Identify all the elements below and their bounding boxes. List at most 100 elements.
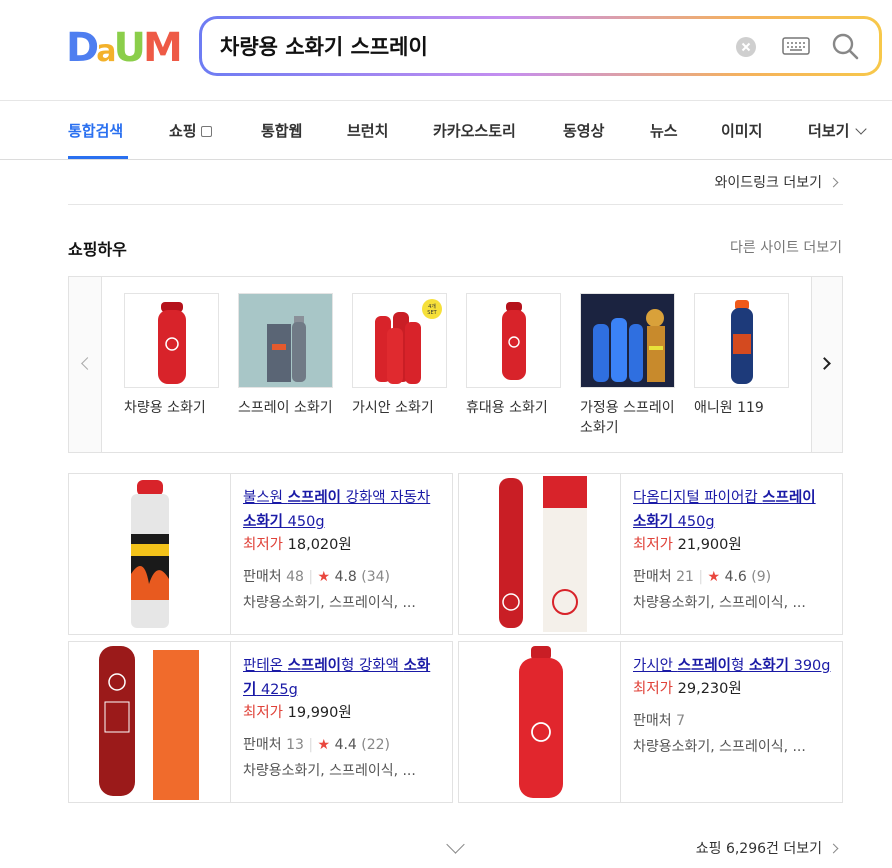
carousel-item[interactable]: 가정용 스프레이 소화기 <box>580 293 676 438</box>
tab-image[interactable]: 이미지 <box>721 120 762 141</box>
tab-brunch[interactable]: 브런치 <box>347 120 388 141</box>
search-box-inner <box>202 19 879 73</box>
carousel-item-label: 가시안 소화기 <box>352 400 434 416</box>
search-box <box>199 16 882 76</box>
section-title: 쇼핑하우 <box>68 240 127 259</box>
tab-kakaostory[interactable]: 카카오스토리 <box>433 120 516 141</box>
divider <box>68 204 843 205</box>
tab-shopping[interactable]: 쇼핑 <box>169 120 212 141</box>
logo-letter: D <box>66 25 99 71</box>
review-count: (9) <box>751 569 772 585</box>
carousel-item[interactable]: 4개 SET 가시안 소화기 <box>352 293 448 418</box>
search-input[interactable] <box>220 31 700 61</box>
carousel-item[interactable]: 휴대용 소화기 <box>466 293 562 418</box>
tab-label: 쇼핑 <box>169 122 197 140</box>
seller-label: 판매처 <box>243 737 282 753</box>
chevron-right-icon <box>828 177 839 188</box>
carousel-item[interactable]: 스프레이 소화기 <box>238 293 334 418</box>
product-title[interactable]: 다옴디지털 파이어캅 스프레이 소화기 450g <box>633 486 833 534</box>
title-text: 강화액 자동차 <box>341 490 431 506</box>
other-sites-link[interactable]: 다른 사이트 더보기 <box>730 237 842 257</box>
price-value: 21,900원 <box>677 537 742 553</box>
title-text: 다옴디지털 파이어캅 <box>633 490 763 506</box>
price-value: 19,990원 <box>287 705 352 721</box>
tab-label: 더보기 <box>808 122 850 140</box>
product-info: 다옴디지털 파이어캅 스프레이 소화기 450g 최저가 21,900원 판매처… <box>633 486 833 612</box>
product-card[interactable]: 다옴디지털 파이어캅 스프레이 소화기 450g 최저가 21,900원 판매처… <box>458 473 843 635</box>
title-text: 판테온 <box>243 658 288 674</box>
product-card[interactable]: 가시안 스프레이형 소화기 390g 최저가 29,230원 판매처 7 차량용… <box>458 641 843 803</box>
product-thumbnail <box>124 293 219 388</box>
carousel-next-button[interactable] <box>811 277 842 452</box>
product-card[interactable]: 판테온 스프레이형 강화액 소화기 425g 최저가 19,990원 판매처 1… <box>68 641 453 803</box>
product-price: 최저가 29,230원 <box>633 678 833 700</box>
new-window-icon <box>200 126 212 137</box>
title-highlight: 스프레이 <box>287 658 342 674</box>
header: DaUM <box>0 0 892 101</box>
shopping-more-link[interactable]: 쇼핑 6,296건 더보기 <box>696 838 839 858</box>
carousel-item-label: 차량용 소화기 <box>124 400 206 416</box>
product-image[interactable] <box>459 642 621 802</box>
tab-web[interactable]: 통합웹 <box>261 120 302 141</box>
carousel-item-label: 휴대용 소화기 <box>466 400 548 416</box>
keyword-carousel: 차량용 소화기 스프레이 소화기 4개 SET 가시안 소화기 휴대용 소화기 가… <box>68 276 843 453</box>
product-thumbnail <box>238 293 333 388</box>
search-tabs: 통합검색 쇼핑 통합웹 브런치 카카오스토리 동영상 뉴스 이미지 더보기 <box>0 101 892 160</box>
product-image[interactable] <box>69 642 231 802</box>
tab-video[interactable]: 동영상 <box>563 120 604 141</box>
seller-count: 48 <box>286 569 304 585</box>
chevron-right-icon <box>818 357 831 370</box>
product-price: 최저가 21,900원 <box>633 534 833 556</box>
set-badge-text: SET <box>427 310 437 316</box>
seller-label: 판매처 <box>633 569 672 585</box>
carousel-item[interactable]: 애니원 119 <box>694 293 790 418</box>
review-count: (22) <box>361 737 391 753</box>
title-highlight: 스프레이 <box>762 490 816 506</box>
rating: 4.6 <box>724 569 747 585</box>
product-tags: 차량용소화기, 스프레이식, ... <box>243 763 416 779</box>
tab-integrated[interactable]: 통합검색 <box>68 120 123 141</box>
title-highlight: 소화기 <box>633 514 674 530</box>
chevron-right-icon <box>828 843 839 854</box>
price-value: 18,020원 <box>287 537 352 553</box>
title-highlight: 스프레이 <box>287 490 342 506</box>
title-text: 형 강화액 <box>341 658 404 674</box>
product-title[interactable]: 판테온 스프레이형 강화액 소화기 425g <box>243 654 443 702</box>
title-highlight: 소화기 <box>748 658 789 674</box>
wide-link-more[interactable]: 와이드링크 더보기 <box>714 172 839 192</box>
logo-letter: M <box>142 25 183 71</box>
product-title[interactable]: 불스원 스프레이 강화액 자동차 소화기 450g <box>243 486 443 534</box>
seller-label: 판매처 <box>633 713 672 729</box>
rating: 4.8 <box>334 569 357 585</box>
seller-count: 7 <box>676 713 686 729</box>
product-title[interactable]: 가시안 스프레이형 소화기 390g <box>633 654 833 678</box>
carousel-item[interactable]: 차량용 소화기 <box>124 293 220 418</box>
product-card[interactable]: 불스원 스프레이 강화액 자동차 소화기 450g 최저가 18,020원 판매… <box>68 473 453 635</box>
product-image[interactable] <box>69 474 231 634</box>
product-meta: 판매처 13 | ★ 4.4 (22) <box>243 737 391 753</box>
daum-logo[interactable]: DaUM <box>66 25 183 72</box>
star-icon: ★ <box>707 569 721 585</box>
expand-more-icon[interactable] <box>446 835 465 854</box>
seller-count: 13 <box>286 737 304 753</box>
product-info: 가시안 스프레이형 소화기 390g 최저가 29,230원 판매처 7 차량용… <box>633 654 833 756</box>
title-text: 450g <box>283 514 325 530</box>
keyboard-icon[interactable] <box>782 36 810 56</box>
price-value: 29,230원 <box>677 681 742 697</box>
chevron-left-icon <box>81 357 94 370</box>
star-icon: ★ <box>317 569 331 585</box>
wide-link-label: 와이드링크 더보기 <box>714 175 823 191</box>
clear-icon[interactable] <box>736 37 756 57</box>
search-icon[interactable] <box>830 31 860 61</box>
title-text: 불스원 <box>243 490 288 506</box>
title-highlight: 스프레이 <box>677 658 732 674</box>
price-label: 최저가 <box>243 705 284 721</box>
price-label: 최저가 <box>633 537 674 553</box>
price-label: 최저가 <box>243 537 284 553</box>
tab-news[interactable]: 뉴스 <box>650 120 678 141</box>
carousel-item-label: 애니원 119 <box>694 400 764 416</box>
product-image[interactable] <box>459 474 621 634</box>
tab-more[interactable]: 더보기 <box>808 120 868 141</box>
carousel-prev-button[interactable] <box>69 277 102 452</box>
rating: 4.4 <box>334 737 357 753</box>
